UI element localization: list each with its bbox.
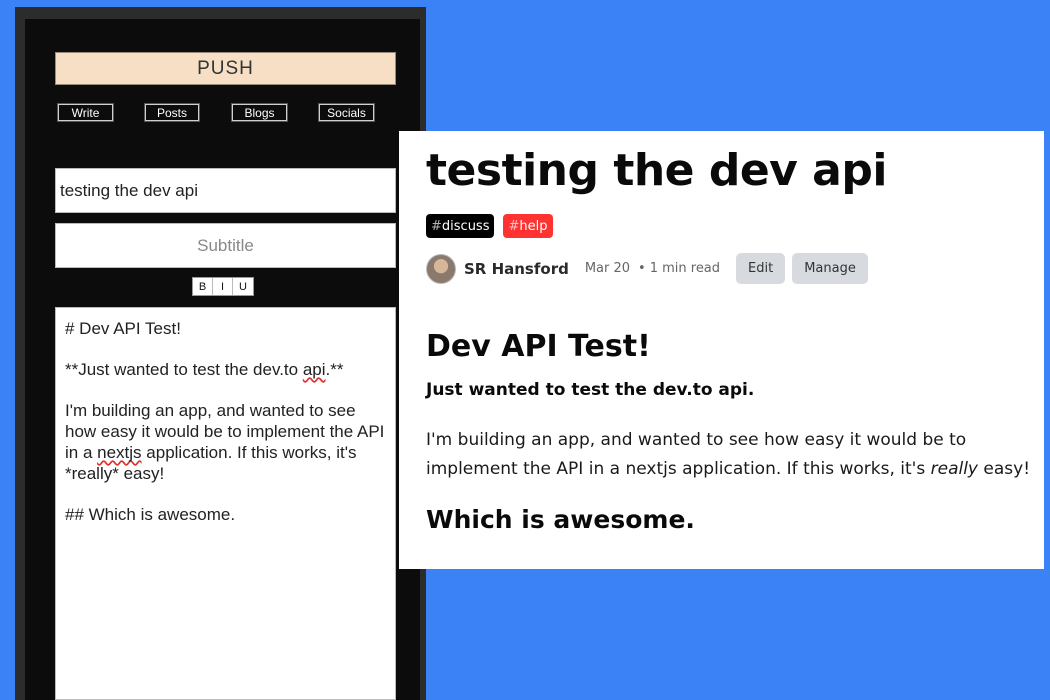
markdown-line-bold: **Just wanted to test the dev.to api.** (65, 360, 344, 379)
post-title: testing the dev api (426, 145, 887, 196)
manage-button[interactable]: Manage (792, 253, 868, 284)
spellcheck-word: api (302, 360, 326, 379)
editor-app-window: PUSH Write Posts Blogs Socials testing t… (15, 7, 426, 700)
edit-button[interactable]: Edit (736, 253, 786, 284)
body-bold-line: Just wanted to test the dev.to api. (426, 380, 755, 400)
nav-write-button[interactable]: Write (57, 103, 114, 122)
tag-discuss[interactable]: # discuss (426, 214, 495, 238)
post-meta: SR Hansford Mar 20 • 1 min read Edit Man… (426, 253, 868, 284)
markdown-line-subheading: ## Which is awesome. (65, 505, 236, 524)
spellcheck-word: nextjs (97, 443, 142, 462)
tag-list: # discuss # help (426, 214, 553, 238)
read-time: 1 min read (649, 261, 721, 276)
emphasis-text: really (930, 459, 978, 479)
post-date: Mar 20 (584, 261, 631, 276)
underline-button[interactable]: U (233, 278, 253, 295)
body-heading: Dev API Test! (426, 329, 651, 364)
body-paragraph: I'm building an app, and wanted to see h… (426, 430, 1031, 479)
tag-help[interactable]: # help (503, 214, 553, 238)
nav-socials-button[interactable]: Socials (318, 103, 375, 122)
markdown-editor[interactable]: # Dev API Test! **Just wanted to test th… (55, 307, 396, 700)
markdown-line-heading: # Dev API Test! (65, 319, 181, 338)
author-name[interactable]: SR Hansford (464, 260, 569, 278)
body-subheading: Which is awesome. (426, 505, 695, 534)
nav-blogs-button[interactable]: Blogs (231, 103, 288, 122)
italic-button[interactable]: I (213, 278, 233, 295)
editor-panel: PUSH Write Posts Blogs Socials testing t… (25, 19, 420, 700)
avatar[interactable] (426, 253, 456, 284)
format-toolbar: B I U (192, 277, 254, 296)
bold-button[interactable]: B (193, 278, 213, 295)
subtitle-input[interactable]: Subtitle (55, 223, 396, 268)
push-button[interactable]: PUSH (55, 52, 396, 85)
title-input[interactable]: testing the dev api (55, 168, 396, 213)
nav-posts-button[interactable]: Posts (144, 103, 200, 122)
nav-bar: Write Posts Blogs Socials (25, 103, 420, 123)
meta-separator: • (638, 261, 646, 276)
post-preview-card: testing the dev api # discuss # help SR Ha… (399, 131, 1044, 569)
markdown-line-paragraph: I'm building an app, and wanted to see h… (65, 401, 390, 483)
